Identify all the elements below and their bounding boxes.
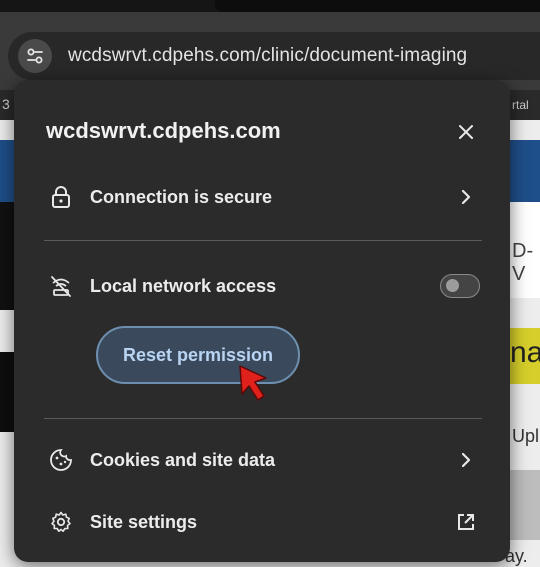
page-text: Upl xyxy=(512,426,540,446)
gear-icon xyxy=(48,509,74,535)
close-icon xyxy=(459,125,473,139)
site-settings-label: Site settings xyxy=(90,511,198,532)
omnibox[interactable]: wcdswrvt.cdpehs.com/clinic/document-imag… xyxy=(8,32,540,80)
bookmark-item[interactable]: rtal xyxy=(512,98,529,112)
connection-label: Connection is secure xyxy=(90,186,273,207)
divider xyxy=(44,240,482,241)
cookie-icon xyxy=(48,447,74,473)
url-text[interactable]: wcdswrvt.cdpehs.com/clinic/document-imag… xyxy=(68,45,467,67)
cookies-row[interactable]: Cookies and site data xyxy=(14,435,510,485)
lock-icon xyxy=(48,184,74,210)
site-info-popup: wcdswrvt.cdpehs.com Connection is secure xyxy=(14,80,510,562)
tune-icon xyxy=(27,48,43,64)
browser-toolbar: wcdswrvt.cdpehs.com/clinic/document-imag… xyxy=(0,12,540,90)
page-text: na xyxy=(510,336,540,369)
page-text: D-V xyxy=(512,240,534,285)
connection-row[interactable]: Connection is secure xyxy=(14,172,510,222)
cookies-label: Cookies and site data xyxy=(90,449,276,470)
network-off-icon xyxy=(48,273,74,299)
chevron-right-icon xyxy=(454,185,478,209)
page-grey-block xyxy=(505,470,540,540)
tab-strip xyxy=(0,0,540,12)
mouse-cursor-icon xyxy=(239,365,267,401)
tab-shadow xyxy=(215,0,540,12)
chevron-right-icon xyxy=(454,448,478,472)
popup-title: wcdswrvt.cdpehs.com xyxy=(46,118,281,143)
screen: wcdswrvt.cdpehs.com/clinic/document-imag… xyxy=(0,0,540,567)
bookmark-item[interactable]: 3 xyxy=(2,96,10,112)
page-side-block xyxy=(0,352,14,432)
toggle-knob xyxy=(446,279,459,292)
divider xyxy=(44,418,482,419)
local-network-row: Local network access xyxy=(14,261,510,311)
site-info-button[interactable] xyxy=(18,39,52,73)
site-settings-row[interactable]: Site settings xyxy=(14,497,510,547)
local-network-label: Local network access xyxy=(90,275,277,296)
open-external-icon xyxy=(454,510,478,534)
close-button[interactable] xyxy=(450,116,482,148)
local-network-toggle[interactable] xyxy=(440,274,480,298)
